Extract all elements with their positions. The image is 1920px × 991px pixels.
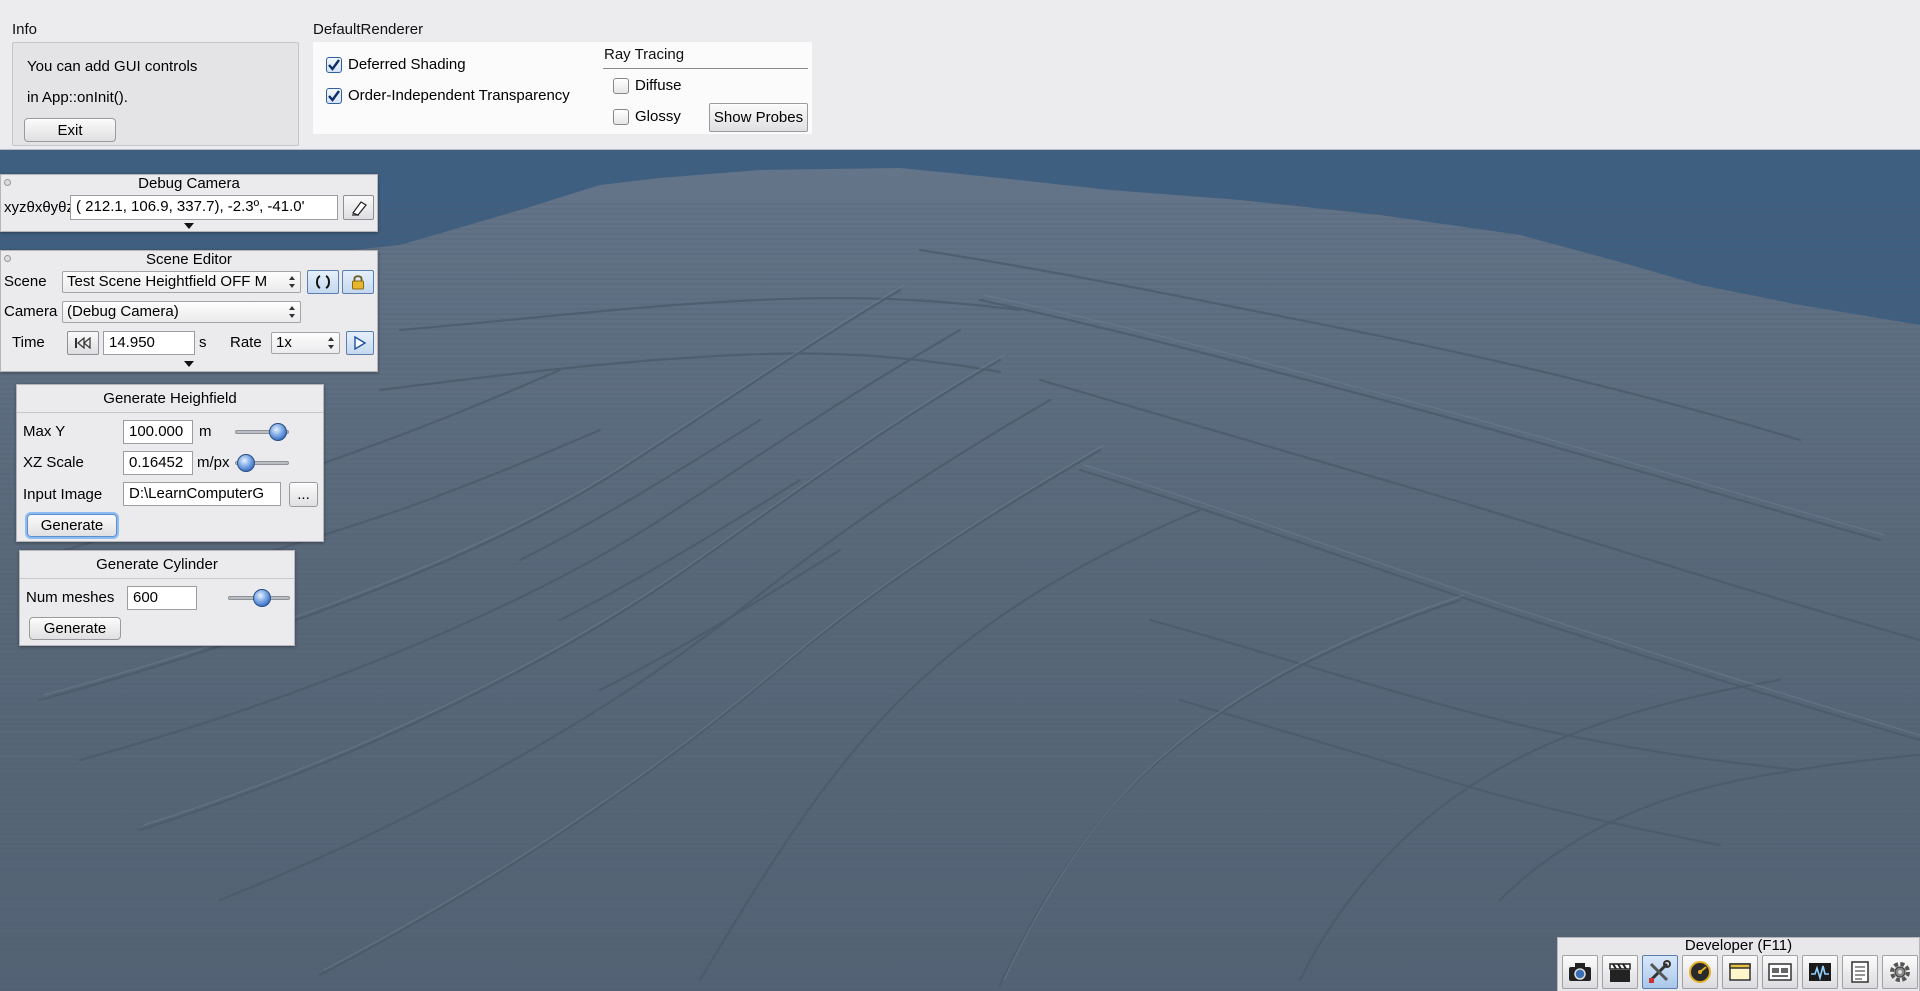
checkmark-icon xyxy=(328,58,340,71)
max-y-slider-knob[interactable] xyxy=(269,423,288,441)
num-meshes-slider-knob[interactable] xyxy=(253,589,272,607)
play-icon xyxy=(354,336,367,350)
camera-label: Camera xyxy=(4,303,58,320)
xz-scale-slider-knob[interactable] xyxy=(236,454,255,472)
scene-editor-title[interactable]: Scene Editor xyxy=(1,251,377,269)
log-icon xyxy=(1851,961,1869,983)
reload-icon xyxy=(316,275,330,289)
camera-coords-field[interactable]: ( 212.1, 106.9, 337.7), -2.3º, -41.0' xyxy=(70,195,338,220)
max-y-unit: m xyxy=(199,423,212,440)
xz-scale-unit: m/px xyxy=(197,454,230,471)
scene-dropdown-value: Test Scene Heightfield OFF M xyxy=(67,273,268,290)
generate-cylinder-button[interactable]: Generate xyxy=(29,617,121,640)
checkmark-icon xyxy=(328,89,340,102)
expand-arrow-icon[interactable] xyxy=(184,361,194,367)
camera-dropdown[interactable]: (Debug Camera) xyxy=(62,301,301,323)
scene-graph-icon xyxy=(1768,963,1792,981)
updown-arrows-icon xyxy=(289,306,295,318)
info-text-line-1: You can add GUI controls xyxy=(27,58,198,75)
oit-label: Order-Independent Transparency xyxy=(348,87,570,104)
reload-scene-button[interactable] xyxy=(307,270,339,294)
camera-tool-button[interactable] xyxy=(1562,955,1598,989)
settings-tool-button[interactable] xyxy=(1882,955,1918,989)
debug-camera-panel[interactable]: Debug Camera xyzθxθyθz ( 212.1, 106.9, 3… xyxy=(0,174,378,232)
play-button[interactable] xyxy=(346,331,374,355)
log-tool-button[interactable] xyxy=(1842,955,1878,989)
generate-heightfield-button[interactable]: Generate xyxy=(27,514,117,537)
oit-option[interactable]: Order-Independent Transparency xyxy=(326,87,570,104)
diffuse-label: Diffuse xyxy=(635,77,682,94)
gear-icon xyxy=(1890,962,1910,982)
wrench-screwdriver-icon xyxy=(1649,960,1671,983)
film-tool-button[interactable] xyxy=(1602,955,1638,989)
generate-cylinder-title: Generate Cylinder xyxy=(96,556,218,573)
diffuse-checkbox[interactable] xyxy=(613,77,629,94)
window-tool-button[interactable] xyxy=(1722,955,1758,989)
max-y-field[interactable]: 100.000 xyxy=(123,420,193,444)
clipboard-icon xyxy=(351,200,367,216)
lock-icon xyxy=(352,275,364,290)
deferred-shading-label: Deferred Shading xyxy=(348,56,466,73)
time-unit: s xyxy=(199,334,207,351)
time-field[interactable]: 14.950 xyxy=(103,331,195,355)
time-label: Time xyxy=(12,334,45,351)
deferred-shading-checkbox[interactable] xyxy=(326,56,342,73)
copy-camera-button[interactable] xyxy=(343,195,374,220)
expand-arrow-icon[interactable] xyxy=(184,223,194,229)
generate-heightfield-panel: Generate Heighfield Max Y 100.000 m XZ S… xyxy=(16,384,324,542)
camera-coords-label: xyzθxθyθz xyxy=(4,199,75,216)
num-meshes-label: Num meshes xyxy=(26,589,115,606)
speedometer-icon xyxy=(1689,961,1711,983)
info-box: You can add GUI controls in App::onInit(… xyxy=(12,42,299,146)
generate-cylinder-panel: Generate Cylinder Num meshes 600 Generat… xyxy=(19,550,295,646)
info-caption: Info xyxy=(12,21,38,38)
updown-arrows-icon xyxy=(289,276,295,288)
max-y-label: Max Y xyxy=(23,423,66,440)
developer-toolbar: Developer (F11) xyxy=(1557,937,1920,991)
camera-icon xyxy=(1569,963,1591,981)
scene-label: Scene xyxy=(4,273,47,290)
deferred-shading-option[interactable]: Deferred Shading xyxy=(326,56,466,73)
film-clapper-icon xyxy=(1609,963,1631,982)
rate-dropdown-value: 1x xyxy=(276,334,292,351)
title-divider xyxy=(20,578,294,579)
xz-scale-label: XZ Scale xyxy=(23,454,84,471)
rate-label: Rate xyxy=(230,334,262,351)
developer-title: Developer (F11) xyxy=(1684,937,1793,954)
window-icon xyxy=(1729,963,1751,981)
profiler-icon xyxy=(1809,963,1831,982)
num-meshes-field[interactable]: 600 xyxy=(127,586,197,610)
input-image-label: Input Image xyxy=(23,486,103,503)
generate-heightfield-title: Generate Heighfield xyxy=(103,390,237,407)
browse-button[interactable]: ... xyxy=(289,482,318,507)
top-gui-bar: Info You can add GUI controls in App::on… xyxy=(0,0,1920,150)
ray-tracing-title: Ray Tracing xyxy=(604,46,685,63)
scene-dropdown[interactable]: Test Scene Heightfield OFF M xyxy=(62,271,301,293)
camera-dropdown-value: (Debug Camera) xyxy=(67,303,179,320)
stats-tool-button[interactable] xyxy=(1682,955,1718,989)
glossy-checkbox[interactable] xyxy=(613,108,629,125)
updown-arrows-icon xyxy=(328,337,334,349)
input-image-field[interactable]: D:\LearnComputerG xyxy=(123,482,281,506)
scene-editor-panel[interactable]: Scene Editor Scene Test Scene Heightfiel… xyxy=(0,250,378,372)
glossy-option[interactable]: Glossy xyxy=(613,108,681,125)
debug-camera-title[interactable]: Debug Camera xyxy=(1,175,377,193)
profiler-tool-button[interactable] xyxy=(1802,955,1838,989)
title-divider xyxy=(17,412,323,413)
exit-button[interactable]: Exit xyxy=(24,118,116,142)
tools-button[interactable] xyxy=(1642,955,1678,989)
info-text-line-2: in App::onInit(). xyxy=(27,89,128,106)
rate-dropdown[interactable]: 1x xyxy=(271,332,340,354)
xz-scale-field[interactable]: 0.16452 xyxy=(123,451,193,475)
diffuse-option[interactable]: Diffuse xyxy=(613,77,681,94)
show-probes-button[interactable]: Show Probes xyxy=(709,103,808,132)
ray-tracing-divider xyxy=(603,68,808,69)
oit-checkbox[interactable] xyxy=(326,87,342,104)
rewind-button[interactable] xyxy=(67,331,99,355)
rewind-icon xyxy=(75,337,91,349)
scene-graph-tool-button[interactable] xyxy=(1762,955,1798,989)
glossy-label: Glossy xyxy=(635,108,681,125)
renderer-caption: DefaultRenderer xyxy=(313,21,424,38)
lock-scene-button[interactable] xyxy=(342,270,374,294)
